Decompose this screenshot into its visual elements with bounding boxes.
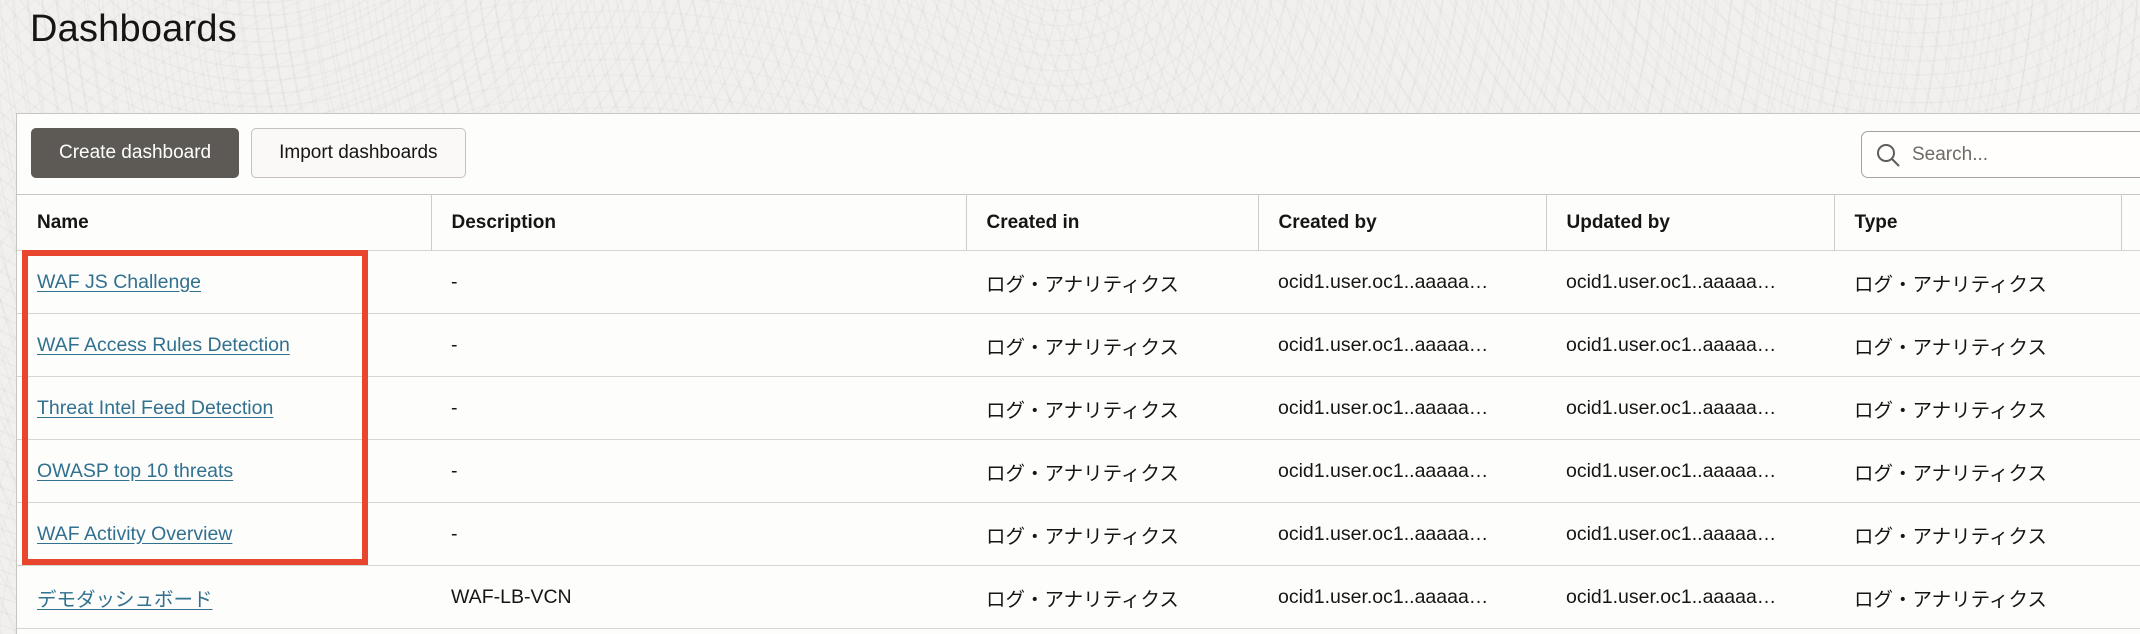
dashboard-link[interactable]: WAF Activity Overview [37,523,232,545]
cell-filler [2121,314,2140,377]
create-dashboard-button[interactable]: Create dashboard [31,128,239,178]
cell-created-by: ocid1.user.oc1..aaaaa… [1258,251,1546,314]
dashboard-link[interactable]: Threat Intel Feed Detection [37,397,273,419]
table-row: WAF Access Rules Detection - ログ・アナリティクス … [17,314,2140,377]
cell-created-by: ocid1.user.oc1..aaaaa… [1258,314,1546,377]
cell-updated-by: ocid1.user.oc1..aaaaa… [1546,440,1834,503]
cell-filler [2121,566,2140,629]
cell-description: - [431,440,966,503]
cell-created-by: ocid1.user.oc1..aaaaa… [1258,440,1546,503]
cell-created-in: ログ・アナリティクス [966,440,1258,503]
dashboards-table: Name Description Created in Created by U… [17,194,2140,629]
cell-created-by: ocid1.user.oc1..aaaaa… [1258,503,1546,566]
cell-type: ログ・アナリティクス [1834,314,2121,377]
search-icon [1875,142,1901,168]
content-panel: Create dashboard Import dashboards Name … [16,113,2140,634]
column-header-type[interactable]: Type [1834,195,2121,251]
column-header-created-in[interactable]: Created in [966,195,1258,251]
cell-updated-by: ocid1.user.oc1..aaaaa… [1546,251,1834,314]
cell-updated-by: ocid1.user.oc1..aaaaa… [1546,377,1834,440]
dashboard-link[interactable]: OWASP top 10 threats [37,460,233,482]
table-row: デモダッシュボード WAF-LB-VCN ログ・アナリティクス ocid1.us… [17,566,2140,629]
dashboard-link[interactable]: WAF Access Rules Detection [37,334,290,356]
cell-updated-by: ocid1.user.oc1..aaaaa… [1546,314,1834,377]
cell-name: デモダッシュボード [17,566,431,629]
cell-type: ログ・アナリティクス [1834,440,2121,503]
cell-created-in: ログ・アナリティクス [966,251,1258,314]
cell-description: - [431,314,966,377]
cell-updated-by: ocid1.user.oc1..aaaaa… [1546,566,1834,629]
cell-filler [2121,503,2140,566]
table-row: WAF Activity Overview - ログ・アナリティクス ocid1… [17,503,2140,566]
toolbar: Create dashboard Import dashboards [31,128,466,178]
table-row: Threat Intel Feed Detection - ログ・アナリティクス… [17,377,2140,440]
cell-filler [2121,377,2140,440]
cell-name: Threat Intel Feed Detection [17,377,431,440]
cell-name: WAF Activity Overview [17,503,431,566]
cell-filler [2121,440,2140,503]
cell-created-by: ocid1.user.oc1..aaaaa… [1258,566,1546,629]
search-input[interactable] [1910,143,2140,167]
cell-type: ログ・アナリティクス [1834,251,2121,314]
import-dashboards-button[interactable]: Import dashboards [251,128,465,178]
cell-name: WAF Access Rules Detection [17,314,431,377]
dashboard-link[interactable]: デモダッシュボード [37,589,213,611]
table-row: OWASP top 10 threats - ログ・アナリティクス ocid1.… [17,440,2140,503]
column-header-filler [2121,195,2140,251]
cell-name: WAF JS Challenge [17,251,431,314]
page-title: Dashboards [30,8,237,51]
column-header-name[interactable]: Name [17,195,431,251]
cell-created-in: ログ・アナリティクス [966,503,1258,566]
cell-description: - [431,251,966,314]
cell-created-in: ログ・アナリティクス [966,377,1258,440]
cell-description: - [431,377,966,440]
column-header-description[interactable]: Description [431,195,966,251]
table-header: Name Description Created in Created by U… [17,195,2140,251]
cell-description: WAF-LB-VCN [431,566,966,629]
cell-type: ログ・アナリティクス [1834,503,2121,566]
cell-type: ログ・アナリティクス [1834,566,2121,629]
cell-created-in: ログ・アナリティクス [966,566,1258,629]
cell-name: OWASP top 10 threats [17,440,431,503]
column-header-created-by[interactable]: Created by [1258,195,1546,251]
cell-updated-by: ocid1.user.oc1..aaaaa… [1546,503,1834,566]
cell-description: - [431,503,966,566]
table-row: WAF JS Challenge - ログ・アナリティクス ocid1.user… [17,251,2140,314]
search-box[interactable] [1861,131,2140,178]
column-header-updated-by[interactable]: Updated by [1546,195,1834,251]
cell-created-by: ocid1.user.oc1..aaaaa… [1258,377,1546,440]
cell-filler [2121,251,2140,314]
cell-created-in: ログ・アナリティクス [966,314,1258,377]
cell-type: ログ・アナリティクス [1834,377,2121,440]
dashboard-link[interactable]: WAF JS Challenge [37,271,201,293]
